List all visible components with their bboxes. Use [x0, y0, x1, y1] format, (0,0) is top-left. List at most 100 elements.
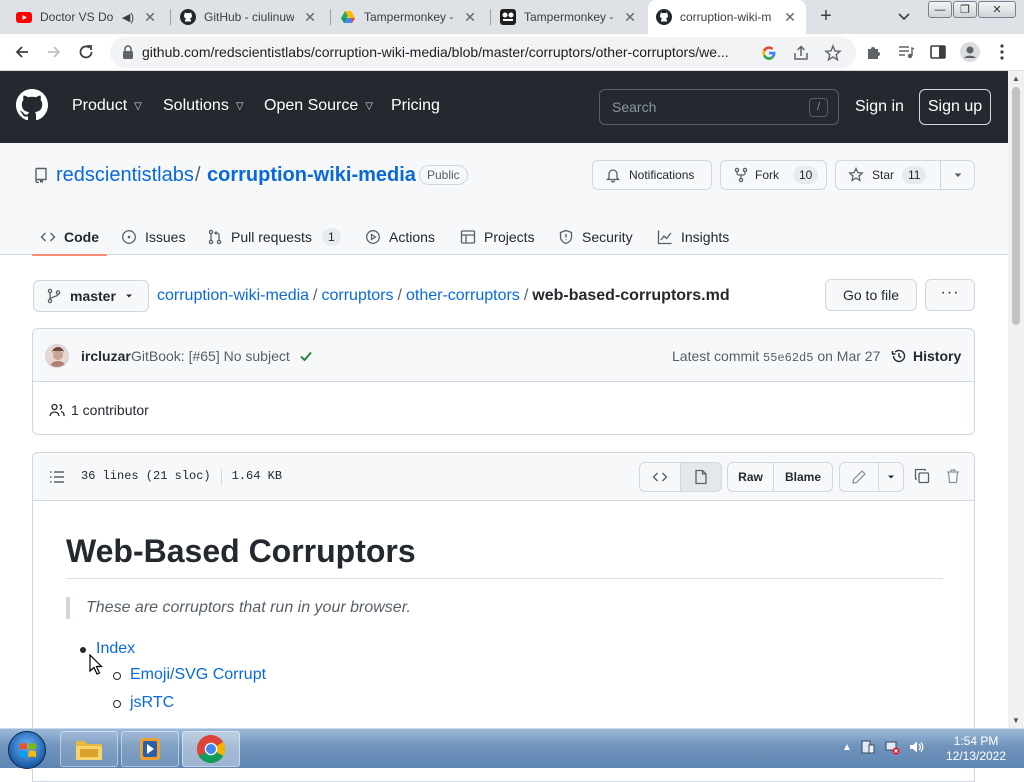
url-text[interactable]: github.com/redscientistlabs/corruption-w… [142, 44, 752, 60]
address-bar[interactable]: github.com/redscientistlabs/corruption-w… [110, 37, 856, 68]
volume-icon[interactable] [908, 739, 924, 755]
repo-header: redscientistlabs / corruption-wiki-media… [0, 143, 1008, 256]
reload-button[interactable] [74, 40, 98, 64]
google-icon[interactable] [760, 44, 778, 62]
forward-button[interactable] [42, 40, 66, 64]
browser-menu-icon[interactable] [990, 40, 1014, 64]
star-list-dropdown[interactable] [940, 160, 975, 190]
system-tray: ▲ [842, 739, 924, 755]
tab-issues[interactable]: Issues [121, 219, 185, 255]
commit-message-link[interactable]: GitBook: [#65] No subject [131, 348, 290, 364]
branch-selector[interactable]: master [33, 280, 149, 312]
code-view-button[interactable] [639, 462, 681, 492]
edit-file-button[interactable] [839, 462, 879, 492]
contributors-link[interactable]: 1 contributor [49, 402, 149, 418]
close-tab-icon[interactable]: ✕ [302, 9, 318, 26]
scroll-down-arrow-icon[interactable]: ▼ [1012, 716, 1020, 725]
close-tab-icon[interactable]: ✕ [782, 9, 798, 26]
taskbar-explorer[interactable] [60, 731, 118, 767]
tab-insights[interactable]: Insights [657, 219, 729, 255]
edit-options-dropdown[interactable] [878, 462, 904, 492]
nav-product[interactable]: Product ▽ [72, 97, 142, 115]
nav-solutions[interactable]: Solutions ▽ [163, 97, 244, 115]
emoji-svg-corrupt-link[interactable]: Emoji/SVG Corrupt [130, 666, 266, 683]
breadcrumb-folder-link[interactable]: other-corruptors [406, 287, 520, 304]
scroll-up-arrow-icon[interactable]: ▲ [1012, 74, 1020, 83]
new-tab-button[interactable]: + [815, 6, 837, 28]
extensions-puzzle-icon[interactable] [862, 40, 886, 64]
table-of-contents-icon[interactable] [49, 469, 65, 485]
tab-security[interactable]: Security [558, 219, 633, 255]
bookmark-star-icon[interactable] [824, 44, 842, 62]
tab-pull-requests[interactable]: Pull requests 1 [207, 219, 341, 255]
avatar[interactable] [45, 344, 69, 368]
copy-icon[interactable] [914, 468, 930, 484]
history-icon [891, 349, 906, 363]
close-tab-icon[interactable]: ✕ [622, 9, 638, 26]
commit-author-link[interactable]: ircluzar [81, 348, 131, 364]
sign-in-link[interactable]: Sign in [855, 98, 904, 116]
restore-button[interactable]: ❐ [953, 1, 977, 18]
media-control-icon[interactable] [894, 40, 918, 64]
windows-logo-icon [20, 743, 36, 758]
more-options-button[interactable]: ··· [925, 279, 975, 311]
jsrtc-link[interactable]: jsRTC [130, 694, 174, 711]
page-scrollbar[interactable]: ▲ ▼ [1008, 71, 1024, 728]
tab-projects[interactable]: Projects [460, 219, 535, 255]
search-input[interactable]: Search / [599, 89, 839, 125]
star-button[interactable]: Star 11 [835, 160, 941, 190]
preview-view-button[interactable] [680, 462, 722, 492]
taskbar-media-player[interactable] [121, 731, 179, 767]
taskbar-chrome[interactable] [182, 731, 240, 767]
raw-button[interactable]: Raw [727, 462, 774, 492]
mouse-cursor-icon [89, 654, 103, 676]
browser-tab[interactable]: Doctor VS Do ◀) ✕ [8, 0, 166, 34]
breadcrumb-folder-link[interactable]: corruptors [322, 287, 394, 304]
trash-icon[interactable] [945, 468, 961, 484]
side-panel-icon[interactable] [926, 40, 950, 64]
blame-button[interactable]: Blame [773, 462, 833, 492]
repo-owner-link[interactable]: redscientistlabs [56, 164, 194, 187]
device-icon[interactable] [860, 739, 876, 755]
browser-tab[interactable]: GitHub - ciulinuw ✕ [172, 0, 326, 34]
back-button[interactable] [10, 40, 34, 64]
browser-tab-active[interactable]: corruption-wiki-m ✕ [648, 0, 806, 34]
start-button[interactable] [8, 731, 46, 769]
tab-label: Actions [389, 229, 435, 245]
share-icon[interactable] [792, 44, 810, 62]
nav-pricing[interactable]: Pricing [391, 97, 440, 115]
file-lines: 36 lines (21 sloc) [81, 469, 211, 483]
github-icon [180, 9, 196, 25]
tab-actions[interactable]: Actions [365, 219, 435, 255]
github-logo-icon[interactable] [16, 89, 48, 121]
browser-tab[interactable]: Tampermonkey - ✕ [332, 0, 486, 34]
close-tab-icon[interactable]: ✕ [462, 9, 478, 26]
issue-icon [122, 230, 136, 244]
branch-icon [47, 288, 61, 304]
lock-icon[interactable] [122, 45, 134, 59]
close-window-button[interactable]: ✕ [978, 1, 1016, 18]
tab-search-chevron-icon[interactable] [894, 8, 914, 26]
minimize-button[interactable]: — [928, 1, 952, 18]
network-icon[interactable] [884, 739, 900, 755]
speaker-icon[interactable]: ◀) [122, 11, 134, 24]
repo-name-link[interactable]: corruption-wiki-media [207, 164, 416, 187]
tab-code[interactable]: Code [32, 219, 107, 256]
folder-icon [76, 741, 102, 760]
browser-tab[interactable]: Tampermonkey - ✕ [492, 0, 646, 34]
fork-button[interactable]: Fork 10 [720, 160, 827, 190]
close-tab-icon[interactable]: ✕ [142, 9, 158, 26]
taskbar-clock[interactable]: 1:54 PM 12/13/2022 [936, 734, 1016, 764]
profile-avatar-icon[interactable] [958, 40, 982, 64]
scrollbar-thumb[interactable] [1012, 87, 1020, 325]
show-hidden-icons-icon[interactable]: ▲ [842, 742, 852, 753]
commit-sha-link[interactable]: 55e62d5 [763, 351, 813, 365]
breadcrumb-repo-link[interactable]: corruption-wiki-media [157, 287, 309, 304]
sign-up-button[interactable]: Sign up [919, 89, 991, 125]
file-icon [695, 469, 707, 485]
nav-open-source[interactable]: Open Source ▽ [264, 97, 373, 115]
notifications-button[interactable]: Notifications [592, 160, 712, 190]
check-icon[interactable] [299, 349, 313, 363]
history-link[interactable]: History [891, 348, 961, 364]
go-to-file-button[interactable]: Go to file [825, 279, 917, 311]
